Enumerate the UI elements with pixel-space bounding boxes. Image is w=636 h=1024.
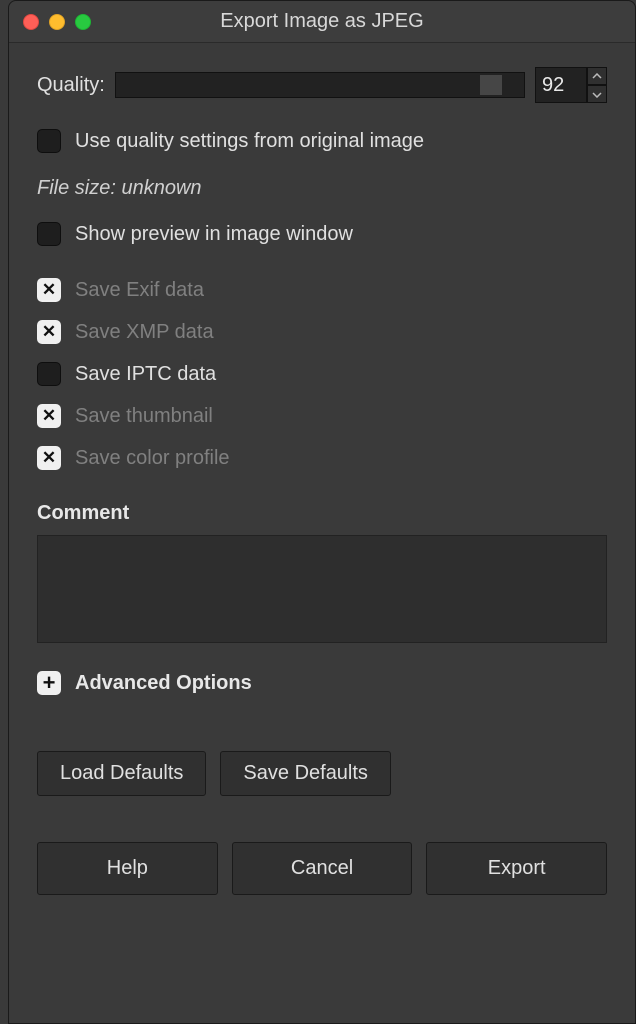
save-iptc-label: Save IPTC data [75,363,216,386]
show-preview-label: Show preview in image window [75,223,353,246]
close-window-button[interactable] [23,14,39,30]
plus-icon: + [37,671,61,695]
quality-slider-thumb[interactable] [480,75,502,95]
save-iptc-checkbox[interactable] [37,362,61,386]
quality-input[interactable] [535,67,587,103]
window-controls [23,14,91,30]
comment-label: Comment [37,502,607,525]
quality-decrement-button[interactable] [587,85,607,103]
quality-increment-button[interactable] [587,67,607,85]
save-thumbnail-label: Save thumbnail [75,405,213,428]
comment-textarea[interactable] [37,535,607,643]
save-exif-row[interactable]: Save Exif data [37,274,607,306]
quality-label: Quality: [37,74,105,97]
file-size-text: File size: unknown [37,177,607,200]
export-jpeg-dialog: Export Image as JPEG Quality: [8,0,636,1024]
save-xmp-checkbox[interactable] [37,320,61,344]
save-color-profile-row[interactable]: Save color profile [37,442,607,474]
use-original-quality-checkbox[interactable] [37,129,61,153]
quality-row: Quality: [37,67,607,103]
save-exif-label: Save Exif data [75,279,204,302]
advanced-options-toggle[interactable]: + Advanced Options [37,671,607,695]
window-title: Export Image as JPEG [21,10,623,33]
chevron-up-icon [592,73,602,80]
save-thumbnail-row[interactable]: Save thumbnail [37,400,607,432]
save-xmp-row[interactable]: Save XMP data [37,316,607,348]
save-xmp-label: Save XMP data [75,321,214,344]
cancel-button[interactable]: Cancel [232,842,413,895]
export-button[interactable]: Export [426,842,607,895]
use-original-quality-row[interactable]: Use quality settings from original image [37,125,607,157]
chevron-down-icon [592,91,602,98]
load-defaults-button[interactable]: Load Defaults [37,751,206,796]
save-exif-checkbox[interactable] [37,278,61,302]
quality-spinbox [535,67,607,103]
save-color-profile-checkbox[interactable] [37,446,61,470]
quality-slider[interactable] [115,72,525,98]
save-iptc-row[interactable]: Save IPTC data [37,358,607,390]
show-preview-checkbox[interactable] [37,222,61,246]
minimize-window-button[interactable] [49,14,65,30]
defaults-button-row: Load Defaults Save Defaults [37,751,607,796]
save-color-profile-label: Save color profile [75,447,230,470]
action-button-row: Help Cancel Export [37,842,607,895]
help-button[interactable]: Help [37,842,218,895]
show-preview-row[interactable]: Show preview in image window [37,218,607,250]
use-original-quality-label: Use quality settings from original image [75,130,424,153]
zoom-window-button[interactable] [75,14,91,30]
save-defaults-button[interactable]: Save Defaults [220,751,391,796]
titlebar: Export Image as JPEG [9,1,635,43]
dialog-content: Quality: Use quality settings from origi… [9,43,635,1023]
save-thumbnail-checkbox[interactable] [37,404,61,428]
advanced-options-label: Advanced Options [75,672,252,695]
